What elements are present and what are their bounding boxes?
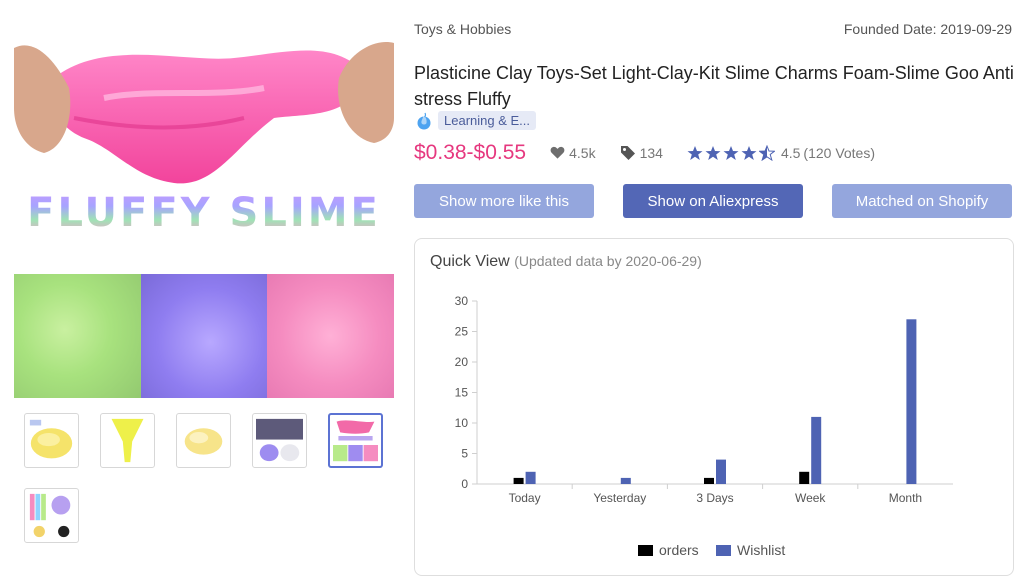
- legend-swatch-orders: [638, 545, 653, 556]
- bar-wishlist-today[interactable]: [525, 471, 536, 484]
- category-tag[interactable]: Learning & E...: [438, 111, 536, 130]
- bar-wishlist-month[interactable]: [906, 319, 917, 484]
- bar-orders-today[interactable]: [513, 477, 524, 484]
- thumbnail-2[interactable]: [100, 413, 155, 468]
- y-tick-label: 30: [455, 294, 469, 308]
- product-main-image[interactable]: FLUFFY SLIME: [14, 18, 394, 398]
- thumb-yellow-slime-image: [29, 419, 73, 459]
- y-tick-label: 25: [455, 325, 469, 339]
- quick-view-bar-chart: 0 5 10 15 20 25 30 Today Yesterday 3 Days Week Mont…: [455, 294, 953, 558]
- star-full-icon: [705, 146, 721, 160]
- bar-orders-week[interactable]: [799, 471, 810, 484]
- y-tick-label: 10: [455, 416, 469, 430]
- x-tick-label: 3 Days: [696, 491, 733, 505]
- thumb-yellow-stretch-image: [111, 418, 144, 463]
- legend-label-orders[interactable]: orders: [659, 542, 699, 558]
- quick-view-card: Quick View (Updated data by 2020-06-29) …: [414, 238, 1014, 576]
- pink-slime-panel: [267, 274, 394, 398]
- thumbnail-4[interactable]: [252, 413, 307, 468]
- green-slime-panel: [14, 274, 141, 398]
- thumb-fluffy-slime-image: [333, 420, 378, 462]
- rating-votes: (120 Votes): [803, 145, 876, 161]
- x-tick-label: Today: [509, 491, 541, 505]
- price-range: $0.38-$0.55: [414, 141, 527, 164]
- show-more-like-this-button[interactable]: Show more like this: [414, 184, 594, 218]
- thumbnail-1[interactable]: [24, 413, 79, 468]
- rating-stars: [687, 145, 775, 161]
- likes-count: 4.5k: [569, 145, 596, 161]
- tags-count: 134: [639, 145, 663, 161]
- rating-text: 4.5 (120 Votes): [781, 145, 875, 161]
- y-tick-label: 0: [461, 477, 468, 491]
- rating-score: 4.5: [780, 145, 801, 161]
- show-on-aliexpress-button[interactable]: Show on Aliexpress: [623, 184, 803, 218]
- matched-on-shopify-button[interactable]: Matched on Shopify: [832, 184, 1012, 218]
- flame-icon: [417, 112, 431, 129]
- founded-date: Founded Date: 2019-09-29: [843, 21, 1012, 37]
- legend-label-wishlist[interactable]: Wishlist: [737, 542, 785, 558]
- star-full-icon: [687, 146, 703, 160]
- tags-stat: 134: [620, 145, 663, 161]
- y-tick-label: 15: [455, 386, 469, 400]
- star-half-icon: [758, 145, 775, 161]
- thumb-purple-slime-image: [256, 418, 303, 462]
- y-tick-label: 20: [455, 355, 469, 369]
- bar-wishlist-yesterday[interactable]: [620, 477, 631, 484]
- thumb-yellow-fluff-image: [184, 428, 223, 455]
- category-label: Toys & Hobbies: [414, 21, 512, 37]
- bar-wishlist-3-days[interactable]: [716, 459, 726, 484]
- purple-slime-panel: [140, 274, 268, 398]
- fluffy-slime-image-text: FLUFFY SLIME: [14, 190, 394, 236]
- x-tick-label: Month: [889, 491, 922, 505]
- thumbnail-6[interactable]: [24, 488, 79, 543]
- thumbnail-3[interactable]: [176, 413, 231, 468]
- star-full-icon: [741, 146, 757, 160]
- main-image-slime-photo: FLUFFY SLIME: [14, 18, 394, 268]
- likes-stat: 4.5k: [550, 145, 596, 161]
- thumbnail-5-active[interactable]: [328, 413, 383, 468]
- product-title: Plasticine Clay Toys-Set Light-Clay-Kit …: [414, 63, 1014, 109]
- heart-icon: [550, 146, 565, 159]
- tag-row: Learning & E...: [416, 111, 536, 130]
- thumb-colorful-set-image: [29, 493, 71, 538]
- x-tick-label: Week: [795, 491, 826, 505]
- main-image-slime-strip: [14, 274, 394, 398]
- price-tag-icon: [620, 146, 635, 160]
- y-tick-label: 5: [461, 447, 468, 461]
- star-full-icon: [723, 146, 739, 160]
- thumbnail-gallery: [24, 413, 394, 543]
- stats-row: $0.38-$0.55 4.5k 134 4.5 (120 Votes): [414, 141, 875, 165]
- legend-swatch-wishlist: [716, 545, 731, 556]
- bar-orders-3-days[interactable]: [704, 477, 714, 484]
- bar-wishlist-week[interactable]: [811, 416, 822, 484]
- x-tick-label: Yesterday: [593, 491, 646, 505]
